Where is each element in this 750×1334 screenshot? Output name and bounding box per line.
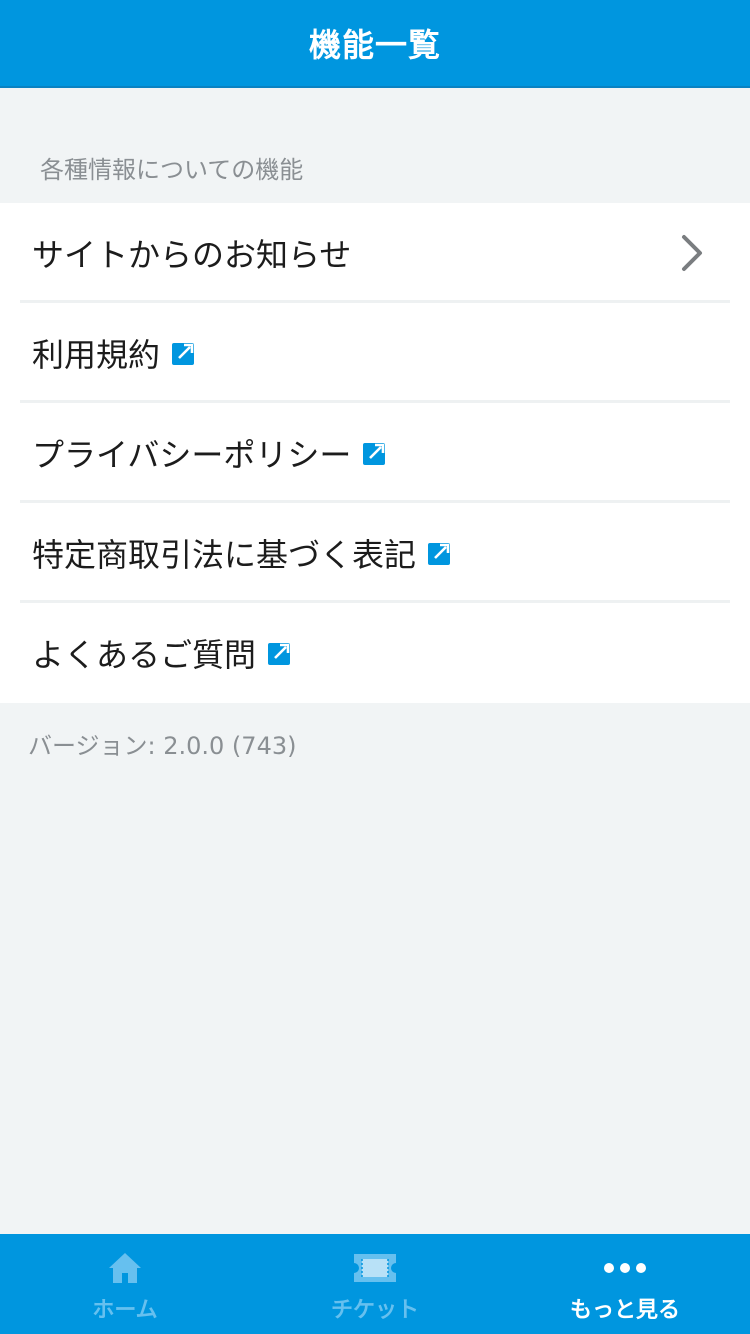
tab-more[interactable]: もっと見る xyxy=(500,1234,750,1334)
menu-item-privacy[interactable]: プライバシーポリシー xyxy=(0,403,750,503)
external-link-icon xyxy=(363,443,386,465)
menu-item-commerce-law[interactable]: 特定商取引法に基づく表記 xyxy=(0,503,750,603)
version-text: バージョン: 2.0.0 (743) xyxy=(28,732,297,760)
tab-home[interactable]: ホーム xyxy=(0,1234,250,1334)
external-link-icon xyxy=(268,643,291,665)
menu-item-label: プライバシーポリシー xyxy=(32,436,352,474)
chevron-right-icon xyxy=(682,235,702,271)
external-link-icon xyxy=(428,543,451,565)
menu-item-notices[interactable]: サイトからのお知らせ xyxy=(0,203,750,303)
menu-list: サイトからのお知らせ 利用規約 プライバシーポリシー 特定商取引法に基づく表記 … xyxy=(0,203,750,703)
more-icon xyxy=(604,1263,646,1273)
page-title: 機能一覧 xyxy=(308,26,441,64)
header-bar: 機能一覧 xyxy=(0,0,750,88)
menu-item-label: 利用規約 xyxy=(32,336,161,374)
tab-label: ホーム xyxy=(92,1298,158,1323)
menu-item-terms[interactable]: 利用規約 xyxy=(0,303,750,403)
tab-ticket[interactable]: チケット xyxy=(250,1234,500,1334)
tab-bar: ホーム チケット もっと見る xyxy=(0,1234,750,1334)
ticket-icon xyxy=(354,1254,396,1282)
menu-item-label: よくあるご質問 xyxy=(32,636,257,674)
app-screen: 機能一覧 各種情報についての機能 サイトからのお知らせ 利用規約 プライバシーポ… xyxy=(0,0,750,1334)
tab-label: もっと見る xyxy=(569,1298,680,1323)
tab-label: チケット xyxy=(330,1298,419,1323)
home-icon xyxy=(109,1253,141,1283)
section-label: 各種情報についての機能 xyxy=(40,156,304,184)
menu-item-label: 特定商取引法に基づく表記 xyxy=(32,536,417,574)
external-link-icon xyxy=(172,343,195,365)
menu-item-faq[interactable]: よくあるご質問 xyxy=(0,603,750,703)
menu-item-label: サイトからのお知らせ xyxy=(32,236,352,274)
